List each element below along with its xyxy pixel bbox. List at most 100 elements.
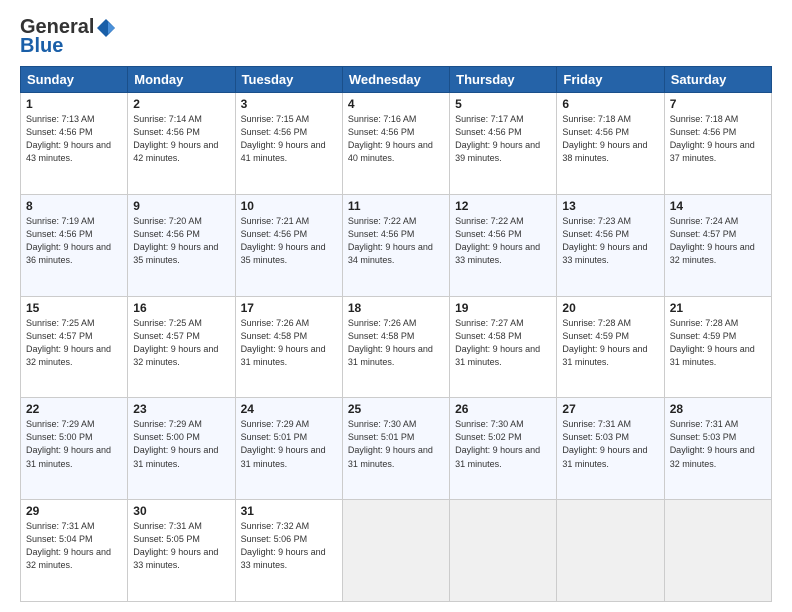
- day-number: 28: [670, 402, 766, 416]
- day-number: 17: [241, 301, 337, 315]
- day-info: Sunrise: 7:29 AMSunset: 5:00 PMDaylight:…: [26, 418, 122, 470]
- day-number: 27: [562, 402, 658, 416]
- calendar-cell: 31 Sunrise: 7:32 AMSunset: 5:06 PMDaylig…: [235, 500, 342, 602]
- calendar-cell: [557, 500, 664, 602]
- calendar-cell: 30 Sunrise: 7:31 AMSunset: 5:05 PMDaylig…: [128, 500, 235, 602]
- header: General Blue: [20, 16, 772, 58]
- day-info: Sunrise: 7:17 AMSunset: 4:56 PMDaylight:…: [455, 113, 551, 165]
- calendar-week-row: 1 Sunrise: 7:13 AMSunset: 4:56 PMDayligh…: [21, 93, 772, 195]
- day-number: 25: [348, 402, 444, 416]
- calendar-cell: 21 Sunrise: 7:28 AMSunset: 4:59 PMDaylig…: [664, 296, 771, 398]
- calendar-cell: 19 Sunrise: 7:27 AMSunset: 4:58 PMDaylig…: [450, 296, 557, 398]
- day-number: 16: [133, 301, 229, 315]
- day-number: 3: [241, 97, 337, 111]
- day-info: Sunrise: 7:14 AMSunset: 4:56 PMDaylight:…: [133, 113, 229, 165]
- day-number: 5: [455, 97, 551, 111]
- calendar-cell: 9 Sunrise: 7:20 AMSunset: 4:56 PMDayligh…: [128, 194, 235, 296]
- day-number: 23: [133, 402, 229, 416]
- calendar-cell: 10 Sunrise: 7:21 AMSunset: 4:56 PMDaylig…: [235, 194, 342, 296]
- calendar-cell: 7 Sunrise: 7:18 AMSunset: 4:56 PMDayligh…: [664, 93, 771, 195]
- day-number: 10: [241, 199, 337, 213]
- day-number: 29: [26, 504, 122, 518]
- day-number: 2: [133, 97, 229, 111]
- day-info: Sunrise: 7:15 AMSunset: 4:56 PMDaylight:…: [241, 113, 337, 165]
- calendar-cell: 4 Sunrise: 7:16 AMSunset: 4:56 PMDayligh…: [342, 93, 449, 195]
- day-header-wednesday: Wednesday: [342, 67, 449, 93]
- calendar-header-row: SundayMondayTuesdayWednesdayThursdayFrid…: [21, 67, 772, 93]
- day-info: Sunrise: 7:25 AMSunset: 4:57 PMDaylight:…: [26, 317, 122, 369]
- day-number: 14: [670, 199, 766, 213]
- calendar-table: SundayMondayTuesdayWednesdayThursdayFrid…: [20, 66, 772, 602]
- calendar-cell: 27 Sunrise: 7:31 AMSunset: 5:03 PMDaylig…: [557, 398, 664, 500]
- day-header-tuesday: Tuesday: [235, 67, 342, 93]
- day-number: 21: [670, 301, 766, 315]
- day-info: Sunrise: 7:28 AMSunset: 4:59 PMDaylight:…: [670, 317, 766, 369]
- day-header-saturday: Saturday: [664, 67, 771, 93]
- calendar-cell: 1 Sunrise: 7:13 AMSunset: 4:56 PMDayligh…: [21, 93, 128, 195]
- logo-blue-text: Blue: [20, 35, 63, 58]
- calendar-cell: 16 Sunrise: 7:25 AMSunset: 4:57 PMDaylig…: [128, 296, 235, 398]
- calendar-week-row: 22 Sunrise: 7:29 AMSunset: 5:00 PMDaylig…: [21, 398, 772, 500]
- calendar-cell: 14 Sunrise: 7:24 AMSunset: 4:57 PMDaylig…: [664, 194, 771, 296]
- calendar-cell: 13 Sunrise: 7:23 AMSunset: 4:56 PMDaylig…: [557, 194, 664, 296]
- calendar-cell: 26 Sunrise: 7:30 AMSunset: 5:02 PMDaylig…: [450, 398, 557, 500]
- day-number: 12: [455, 199, 551, 213]
- day-number: 4: [348, 97, 444, 111]
- day-number: 7: [670, 97, 766, 111]
- calendar-cell: [450, 500, 557, 602]
- calendar-cell: 23 Sunrise: 7:29 AMSunset: 5:00 PMDaylig…: [128, 398, 235, 500]
- day-number: 31: [241, 504, 337, 518]
- day-info: Sunrise: 7:31 AMSunset: 5:05 PMDaylight:…: [133, 520, 229, 572]
- day-number: 9: [133, 199, 229, 213]
- calendar-week-row: 8 Sunrise: 7:19 AMSunset: 4:56 PMDayligh…: [21, 194, 772, 296]
- day-info: Sunrise: 7:30 AMSunset: 5:01 PMDaylight:…: [348, 418, 444, 470]
- day-info: Sunrise: 7:31 AMSunset: 5:04 PMDaylight:…: [26, 520, 122, 572]
- day-info: Sunrise: 7:19 AMSunset: 4:56 PMDaylight:…: [26, 215, 122, 267]
- calendar-cell: 3 Sunrise: 7:15 AMSunset: 4:56 PMDayligh…: [235, 93, 342, 195]
- day-number: 20: [562, 301, 658, 315]
- day-number: 11: [348, 199, 444, 213]
- day-number: 24: [241, 402, 337, 416]
- day-info: Sunrise: 7:13 AMSunset: 4:56 PMDaylight:…: [26, 113, 122, 165]
- day-info: Sunrise: 7:20 AMSunset: 4:56 PMDaylight:…: [133, 215, 229, 267]
- day-info: Sunrise: 7:18 AMSunset: 4:56 PMDaylight:…: [670, 113, 766, 165]
- day-info: Sunrise: 7:18 AMSunset: 4:56 PMDaylight:…: [562, 113, 658, 165]
- calendar-cell: 6 Sunrise: 7:18 AMSunset: 4:56 PMDayligh…: [557, 93, 664, 195]
- day-info: Sunrise: 7:28 AMSunset: 4:59 PMDaylight:…: [562, 317, 658, 369]
- day-info: Sunrise: 7:30 AMSunset: 5:02 PMDaylight:…: [455, 418, 551, 470]
- day-info: Sunrise: 7:22 AMSunset: 4:56 PMDaylight:…: [455, 215, 551, 267]
- calendar-cell: 24 Sunrise: 7:29 AMSunset: 5:01 PMDaylig…: [235, 398, 342, 500]
- calendar-cell: [342, 500, 449, 602]
- day-header-friday: Friday: [557, 67, 664, 93]
- day-info: Sunrise: 7:29 AMSunset: 5:00 PMDaylight:…: [133, 418, 229, 470]
- calendar-cell: 22 Sunrise: 7:29 AMSunset: 5:00 PMDaylig…: [21, 398, 128, 500]
- day-info: Sunrise: 7:22 AMSunset: 4:56 PMDaylight:…: [348, 215, 444, 267]
- day-number: 18: [348, 301, 444, 315]
- day-number: 22: [26, 402, 122, 416]
- calendar-week-row: 15 Sunrise: 7:25 AMSunset: 4:57 PMDaylig…: [21, 296, 772, 398]
- day-info: Sunrise: 7:23 AMSunset: 4:56 PMDaylight:…: [562, 215, 658, 267]
- calendar-cell: 11 Sunrise: 7:22 AMSunset: 4:56 PMDaylig…: [342, 194, 449, 296]
- day-number: 8: [26, 199, 122, 213]
- logo-icon: [95, 17, 117, 39]
- day-number: 6: [562, 97, 658, 111]
- calendar-week-row: 29 Sunrise: 7:31 AMSunset: 5:04 PMDaylig…: [21, 500, 772, 602]
- calendar-cell: 2 Sunrise: 7:14 AMSunset: 4:56 PMDayligh…: [128, 93, 235, 195]
- day-info: Sunrise: 7:26 AMSunset: 4:58 PMDaylight:…: [241, 317, 337, 369]
- calendar-cell: 8 Sunrise: 7:19 AMSunset: 4:56 PMDayligh…: [21, 194, 128, 296]
- day-info: Sunrise: 7:25 AMSunset: 4:57 PMDaylight:…: [133, 317, 229, 369]
- day-number: 19: [455, 301, 551, 315]
- day-info: Sunrise: 7:29 AMSunset: 5:01 PMDaylight:…: [241, 418, 337, 470]
- day-info: Sunrise: 7:32 AMSunset: 5:06 PMDaylight:…: [241, 520, 337, 572]
- day-info: Sunrise: 7:21 AMSunset: 4:56 PMDaylight:…: [241, 215, 337, 267]
- day-info: Sunrise: 7:24 AMSunset: 4:57 PMDaylight:…: [670, 215, 766, 267]
- day-number: 30: [133, 504, 229, 518]
- day-header-thursday: Thursday: [450, 67, 557, 93]
- day-header-monday: Monday: [128, 67, 235, 93]
- day-info: Sunrise: 7:27 AMSunset: 4:58 PMDaylight:…: [455, 317, 551, 369]
- day-info: Sunrise: 7:26 AMSunset: 4:58 PMDaylight:…: [348, 317, 444, 369]
- day-number: 1: [26, 97, 122, 111]
- page: General Blue SundayMondayTuesdayWednesda…: [0, 0, 792, 612]
- calendar-cell: 5 Sunrise: 7:17 AMSunset: 4:56 PMDayligh…: [450, 93, 557, 195]
- calendar-cell: 15 Sunrise: 7:25 AMSunset: 4:57 PMDaylig…: [21, 296, 128, 398]
